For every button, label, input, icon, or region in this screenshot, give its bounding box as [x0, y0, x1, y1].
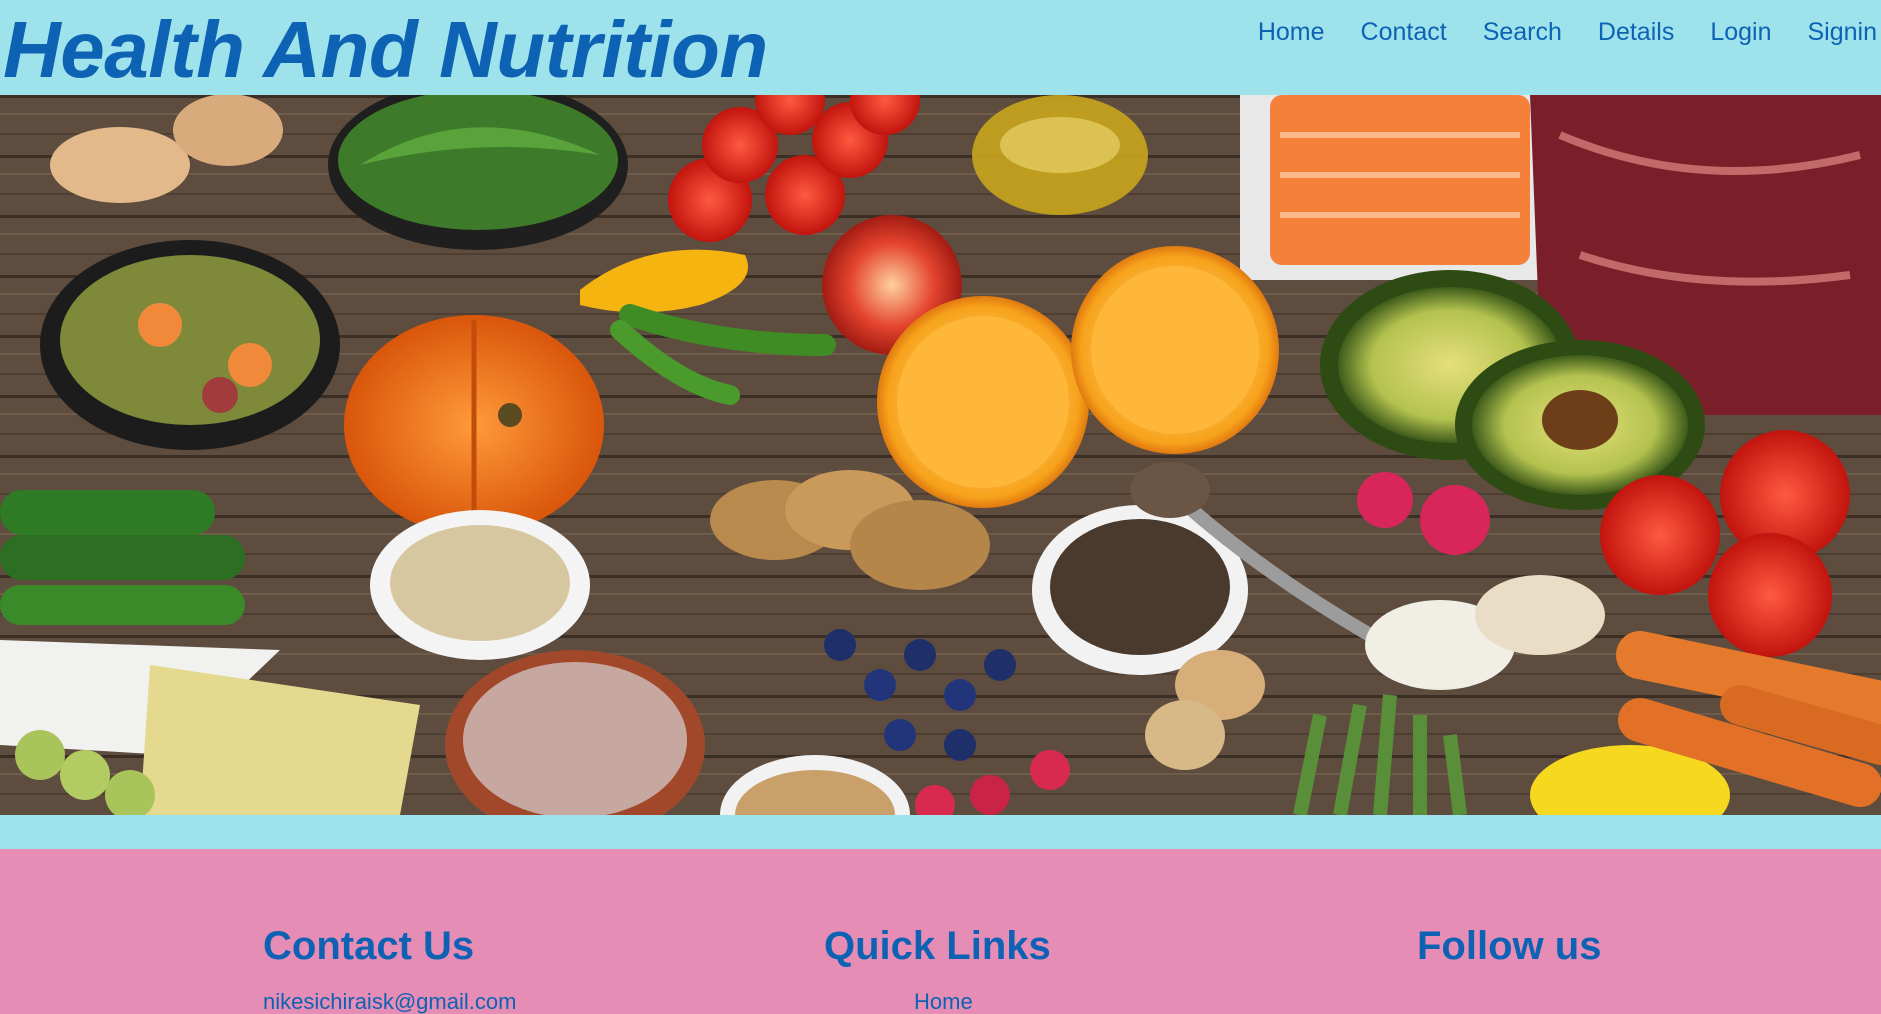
main-nav: Home Contact Search Details Login Signin	[1222, 17, 1881, 51]
quick-links-heading: Quick Links	[824, 924, 1051, 968]
nav-details[interactable]: Details	[1598, 17, 1674, 51]
site-header: Health And Nutrition Home Contact Search…	[0, 0, 1881, 95]
site-footer: Contact Us nikesichiraisk@gmail.com Quic…	[0, 849, 1881, 1014]
food-illustration	[0, 95, 1881, 815]
follow-heading: Follow us	[1417, 924, 1602, 968]
nav-login[interactable]: Login	[1710, 17, 1771, 51]
hero-image	[0, 95, 1881, 815]
nav-search[interactable]: Search	[1483, 17, 1562, 51]
contact-heading: Contact Us	[263, 924, 475, 968]
nav-home[interactable]: Home	[1258, 17, 1325, 51]
footer-follow: Follow us	[1417, 924, 1601, 969]
site-title: Health And Nutrition	[3, 5, 768, 94]
footer-quick-links: Quick Links Home	[824, 924, 1051, 1014]
content-band	[0, 815, 1881, 849]
contact-email[interactable]: nikesichiraisk@gmail.com	[263, 989, 516, 1014]
nav-contact[interactable]: Contact	[1361, 17, 1447, 51]
quick-link-home[interactable]: Home	[824, 989, 1051, 1014]
nav-signin[interactable]: Signin	[1808, 17, 1878, 51]
footer-contact: Contact Us nikesichiraisk@gmail.com	[263, 924, 516, 1014]
